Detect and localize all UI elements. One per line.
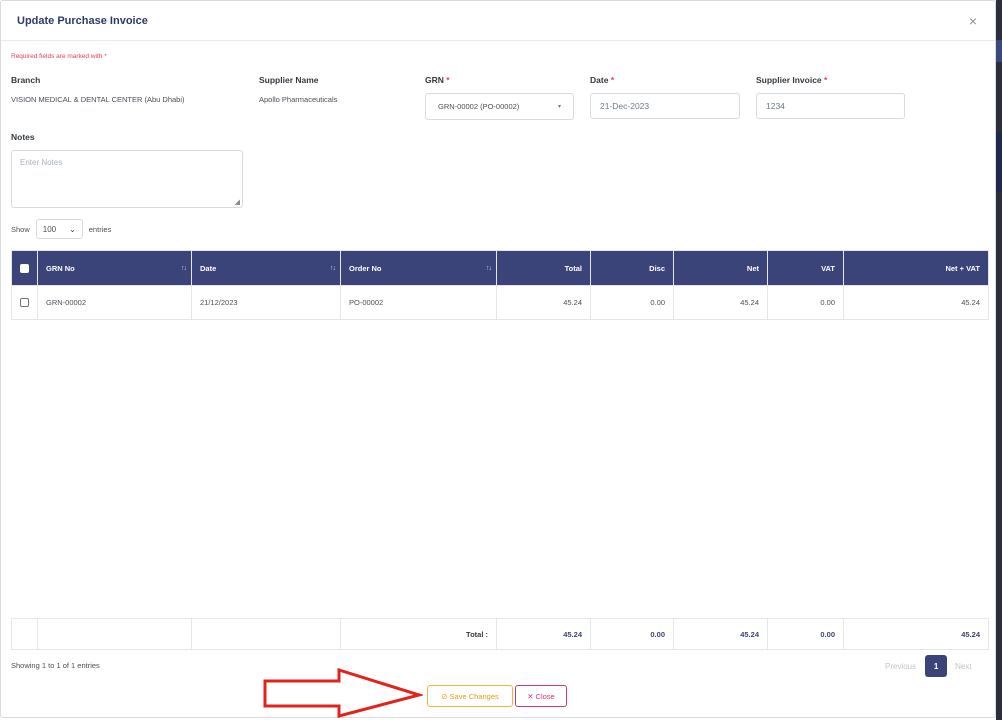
modal-title: Update Purchase Invoice xyxy=(17,14,148,27)
modal-header: Update Purchase Invoice × xyxy=(1,1,995,41)
close-icon[interactable]: × xyxy=(969,13,979,29)
sort-icon: ↑↓ xyxy=(181,265,187,272)
backdrop-accent xyxy=(996,40,1002,62)
col-order-no[interactable]: Order No ↑↓ xyxy=(340,250,497,286)
required-star: * xyxy=(446,75,450,85)
totals-net-vat: 45.24 xyxy=(843,618,989,650)
date-input[interactable]: 21-Dec-2023 xyxy=(590,93,740,119)
totals-net: 45.24 xyxy=(673,618,768,650)
totals-empty-cell xyxy=(37,618,192,650)
check-circle-icon: ⊘ xyxy=(441,691,448,701)
chevron-down-icon: ⌄ xyxy=(69,224,76,234)
show-label: Show xyxy=(11,224,30,234)
col-disc[interactable]: Disc xyxy=(590,250,674,286)
col-total[interactable]: Total xyxy=(496,250,591,286)
grn-select[interactable]: GRN-00002 (PO-00002) ▾ xyxy=(425,93,574,120)
cell-net-vat: 45.24 xyxy=(843,285,989,320)
totals-empty-cell xyxy=(191,618,341,650)
notes-placeholder: Enter Notes xyxy=(20,158,63,167)
caret-down-icon: ▾ xyxy=(557,104,561,110)
row-checkbox[interactable] xyxy=(20,298,29,308)
pagination: Previous 1 Next xyxy=(885,655,972,677)
totals-disc: 0.00 xyxy=(590,618,674,650)
col-net-vat[interactable]: Net + VAT xyxy=(843,250,989,286)
select-all-checkbox[interactable] xyxy=(20,263,29,273)
notes-textarea[interactable]: Enter Notes ◢ xyxy=(11,150,243,208)
table-row[interactable]: GRN-00002 21/12/2023 PO-00002 45.24 0.00… xyxy=(11,285,989,320)
previous-page-button[interactable]: Previous xyxy=(885,662,916,671)
sort-icon: ↑↓ xyxy=(486,265,492,272)
resize-grip-icon[interactable]: ◢ xyxy=(235,199,240,206)
grn-selected-value: GRN-00002 (PO-00002) xyxy=(438,102,520,111)
branch-label: Branch xyxy=(11,75,41,85)
supplier-invoice-input[interactable]: 1234 xyxy=(756,93,905,119)
row-select-cell xyxy=(11,285,38,320)
save-changes-button[interactable]: ⊘ Save Changes xyxy=(427,685,513,707)
cell-net: 45.24 xyxy=(673,285,768,320)
date-label: Date * xyxy=(590,75,615,85)
entries-per-page-select[interactable]: 100 ⌄ xyxy=(35,219,83,239)
close-label: Close xyxy=(535,691,555,701)
totals-total: 45.24 xyxy=(496,618,591,650)
cell-total: 45.24 xyxy=(496,285,591,320)
supplier-name-label: Supplier Name xyxy=(259,75,319,85)
grn-label: GRN * xyxy=(425,75,450,85)
branch-value: VISION MEDICAL & DENTAL CENTER (Abu Dhab… xyxy=(11,95,185,104)
entries-suffix: entries xyxy=(88,224,112,234)
close-button[interactable]: ✕ Close xyxy=(515,685,567,707)
select-all-cell xyxy=(11,250,38,286)
required-star: * xyxy=(610,75,615,85)
totals-vat: 0.00 xyxy=(767,618,844,650)
backdrop-accent xyxy=(996,132,1002,192)
backdrop-strip xyxy=(996,0,1002,720)
close-icon: ✕ xyxy=(527,691,534,701)
required-star: * xyxy=(824,75,828,85)
totals-row: Total : 45.24 0.00 45.24 0.00 45.24 xyxy=(11,618,989,650)
col-net[interactable]: Net xyxy=(673,250,768,286)
supplier-name-value: Apollo Pharmaceuticals xyxy=(259,95,338,104)
notes-label: Notes xyxy=(11,132,35,142)
page-1-button[interactable]: 1 xyxy=(925,655,948,677)
cell-date: 21/12/2023 xyxy=(191,285,341,320)
sort-icon: ↑↓ xyxy=(330,265,336,272)
col-vat[interactable]: VAT xyxy=(767,250,844,286)
totals-row-table: Total : 45.24 0.00 45.24 0.00 45.24 xyxy=(11,618,989,650)
required-fields-note: Required fields are marked with * xyxy=(11,53,107,60)
save-changes-label: Save Changes xyxy=(449,691,499,701)
table-header-row: GRN No ↑↓ Date ↑↓ Order No ↑↓ Total Disc Ne… xyxy=(11,250,989,286)
update-purchase-invoice-modal: Update Purchase Invoice × Required field… xyxy=(0,0,996,718)
cell-disc: 0.00 xyxy=(590,285,674,320)
grn-table: GRN No ↑↓ Date ↑↓ Order No ↑↓ Total Disc Ne… xyxy=(11,250,989,320)
col-date[interactable]: Date ↑↓ xyxy=(191,250,341,286)
cell-vat: 0.00 xyxy=(767,285,844,320)
show-entries-control: Show 100 ⌄ entries xyxy=(11,219,111,239)
supplier-invoice-label: Supplier Invoice * xyxy=(756,75,828,85)
col-grn-no[interactable]: GRN No ↑↓ xyxy=(37,250,192,286)
cell-grn-no: GRN-00002 xyxy=(37,285,192,320)
entries-per-page-value: 100 xyxy=(42,224,57,234)
totals-empty-cell xyxy=(11,618,38,650)
totals-label: Total : xyxy=(340,618,497,650)
annotation-arrow xyxy=(263,668,423,718)
next-page-button[interactable]: Next xyxy=(955,662,971,671)
cell-order-no: PO-00002 xyxy=(340,285,497,320)
showing-entries-info: Showing 1 to 1 of 1 entries xyxy=(11,661,100,670)
